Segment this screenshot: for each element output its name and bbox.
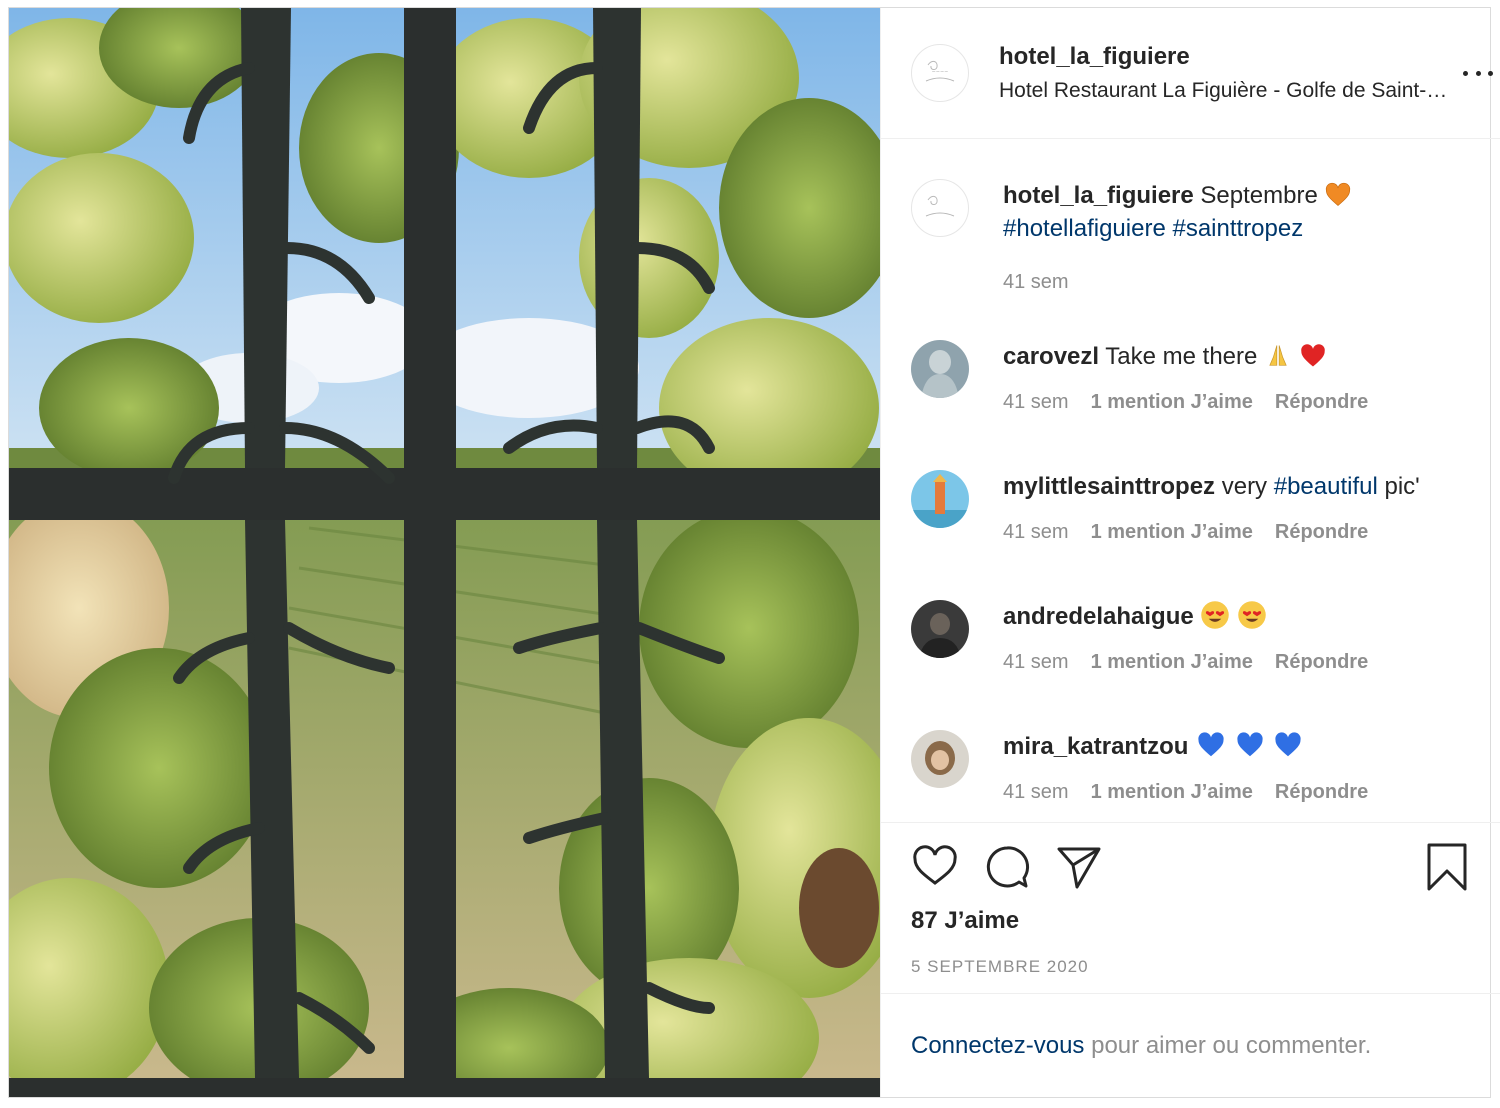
hotel-logo-icon — [925, 195, 955, 217]
comment-time[interactable]: 41 sem — [1003, 391, 1069, 414]
caption-text: Septembre — [1200, 182, 1318, 209]
comments-list: hotel_la_figuiere Septembre #hotellafigu… — [881, 139, 1500, 822]
comment-item: mira_katrantzou 41 sem 1 mention J’aime … — [911, 730, 1497, 804]
more-options-icon[interactable] — [1463, 61, 1493, 85]
avatar-statue-icon — [911, 340, 969, 398]
comment-username[interactable]: mylittlesainttropez — [1003, 473, 1215, 500]
comment-item: mylittlesainttropez very #beautiful pic'… — [911, 470, 1497, 544]
login-prompt: Connectez-vous pour aimer ou commenter. — [881, 993, 1500, 1097]
comment-time[interactable]: 41 sem — [1003, 651, 1069, 674]
comment-likes[interactable]: 1 mention J’aime — [1091, 651, 1253, 674]
comment-text: very — [1221, 473, 1268, 500]
comment-avatar[interactable] — [911, 730, 969, 788]
orange-heart-icon — [1326, 182, 1351, 206]
bookmark-icon[interactable] — [1423, 843, 1471, 891]
comment-time[interactable]: 41 sem — [1003, 521, 1069, 544]
heart-eyes-icon — [1238, 601, 1266, 629]
heart-eyes-icon — [1201, 601, 1230, 629]
folded-hands-icon — [1269, 345, 1287, 366]
hashtag-hotellafiguiere[interactable]: #hotellafiguiere — [1003, 215, 1166, 242]
comment-text-end: pic' — [1384, 473, 1420, 500]
comment-time[interactable]: 41 sem — [1003, 781, 1069, 804]
blue-heart-icon — [1198, 732, 1224, 757]
heart-outline-icon[interactable] — [911, 843, 959, 891]
hashtag-beautiful[interactable]: #beautiful — [1274, 473, 1378, 500]
hotel-avatar[interactable]: ~~~~ — [911, 44, 969, 102]
blue-heart-icon — [1275, 732, 1302, 757]
blue-heart-icon — [1237, 732, 1263, 757]
post-dialog: ~~~~ hotel_la_figuiere Hotel Restaurant … — [8, 7, 1500, 1098]
reply-button[interactable]: Répondre — [1275, 651, 1368, 674]
hotel-logo-icon: ~~~~ — [925, 60, 955, 82]
comment-text: Take me there — [1105, 343, 1258, 370]
comment-username[interactable]: mira_katrantzou — [1003, 733, 1188, 760]
avatar-person-icon — [911, 600, 969, 658]
post-side-panel: ~~~~ hotel_la_figuiere Hotel Restaurant … — [880, 8, 1500, 1097]
reply-button[interactable]: Répondre — [1275, 391, 1368, 414]
red-heart-icon — [1300, 344, 1325, 367]
comment-likes[interactable]: 1 mention J’aime — [1091, 521, 1253, 544]
comment-username[interactable]: andredelahaigue — [1003, 603, 1194, 630]
paper-plane-icon[interactable] — [1055, 843, 1103, 891]
header-location[interactable]: Hotel Restaurant La Figuière - Golfe de … — [999, 79, 1455, 103]
caption-avatar[interactable] — [911, 179, 969, 237]
login-link[interactable]: Connectez-vous — [911, 1032, 1084, 1060]
hashtag-sainttropez[interactable]: #sainttropez — [1172, 215, 1303, 242]
comment-bubble-icon[interactable] — [983, 843, 1031, 891]
caption-time[interactable]: 41 sem — [1003, 271, 1069, 294]
comment-username[interactable]: carovezl — [1003, 343, 1099, 370]
reply-button[interactable]: Répondre — [1275, 781, 1368, 804]
post-photo[interactable] — [9, 8, 880, 1097]
comment-avatar[interactable] — [911, 470, 969, 528]
post-image — [9, 8, 880, 1097]
comment-avatar[interactable] — [911, 600, 969, 658]
avatar-woman-icon — [911, 730, 969, 788]
header-username[interactable]: hotel_la_figuiere — [999, 43, 1455, 71]
post-date[interactable]: 5 SEPTEMBRE 2020 — [911, 957, 1487, 977]
login-prompt-text: pour aimer ou commenter. — [1091, 1031, 1372, 1059]
post-caption: hotel_la_figuiere Septembre #hotellafigu… — [911, 179, 1497, 294]
svg-text:~~~~: ~~~~ — [932, 69, 949, 75]
likes-count[interactable]: 87 J’aime — [911, 907, 1487, 935]
post-actions: 87 J’aime 5 SEPTEMBRE 2020 — [881, 822, 1500, 993]
reply-button[interactable]: Répondre — [1275, 521, 1368, 544]
post-header: ~~~~ hotel_la_figuiere Hotel Restaurant … — [881, 8, 1500, 139]
comment-item: andredelahaigue 41 sem 1 mention J’aime … — [911, 600, 1497, 674]
avatar-tower-icon — [911, 470, 969, 528]
comment-likes[interactable]: 1 mention J’aime — [1091, 391, 1253, 414]
comment-likes[interactable]: 1 mention J’aime — [1091, 781, 1253, 804]
comment-avatar[interactable] — [911, 340, 969, 398]
caption-username[interactable]: hotel_la_figuiere — [1003, 182, 1194, 209]
comment-item: carovezl Take me there 41 sem 1 mention … — [911, 340, 1497, 414]
